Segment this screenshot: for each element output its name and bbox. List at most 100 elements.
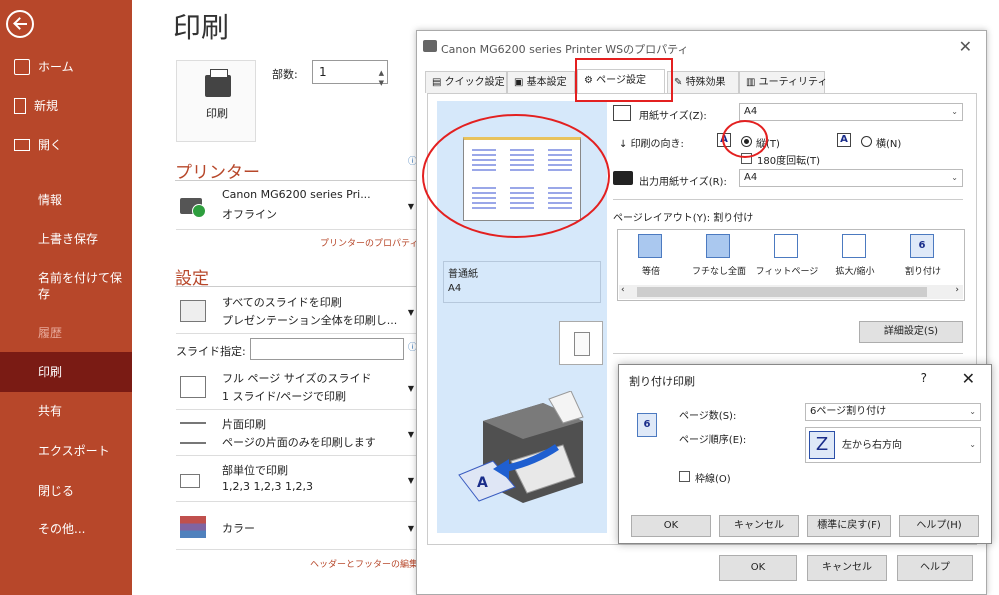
pages-per-sheet-select[interactable]: 6ページ割り付け ⌄ (805, 403, 981, 421)
page-order-select[interactable]: Z 左から右方向 ⌄ (805, 427, 981, 463)
close-icon[interactable]: ✕ (962, 369, 975, 388)
sidebar-item-history[interactable]: 履歴 (0, 316, 132, 350)
copies-label: 部数: (272, 68, 298, 81)
cancel-button[interactable]: キャンセル (807, 555, 887, 581)
nup-defaults-button[interactable]: 標準に戻す(F) (807, 515, 891, 537)
chevron-down-icon: ▼ (407, 308, 414, 317)
sidebar-item-save[interactable]: 上書き保存 (0, 222, 132, 256)
sidebar-item-export[interactable]: エクスポート (0, 434, 132, 468)
help-button[interactable]: ヘルプ (897, 555, 973, 581)
layout-fit-page[interactable]: フィットページ (754, 234, 820, 278)
tab-utility[interactable]: ▥ ユーティリティ (739, 71, 827, 93)
z-order-icon: Z (809, 431, 835, 459)
svg-text:A: A (477, 475, 488, 491)
header-footer-link[interactable]: ヘッダーとフッターの編集 (310, 557, 418, 570)
copies-input[interactable]: 1 ▲ ▼ (312, 60, 388, 87)
sidebar-item-print[interactable]: 印刷 (0, 352, 132, 392)
utility-icon: ▥ (746, 77, 759, 88)
slides-icon (180, 300, 206, 322)
chevron-down-icon: ▼ (407, 202, 414, 211)
sidebar-item-info[interactable]: 情報 (0, 183, 132, 217)
chevron-down-icon: ⌄ (969, 440, 976, 449)
help-icon[interactable]: ? (921, 371, 927, 385)
tab-main[interactable]: ▣ 基本設定 (507, 71, 575, 93)
printer-selector[interactable]: Canon MG6200 series Pri... オフライン ▼ (176, 184, 416, 230)
scroll-right-icon[interactable]: › (955, 285, 959, 295)
tab-highlight-rect (575, 58, 673, 102)
preview-highlight-ellipse (422, 114, 610, 238)
chevron-down-icon: ⌄ (951, 173, 958, 182)
chevron-down-icon: ▼ (407, 476, 414, 485)
sidebar-item-open[interactable]: 開く (0, 128, 132, 162)
landscape-radio[interactable] (861, 136, 872, 147)
tab-quick-setup[interactable]: ▤ クイック設定 (425, 71, 507, 93)
backstage-sidebar: ホーム 新規 開く 情報 上書き保存 名前を付けて保 存 履歴 印刷 共有 エク… (0, 0, 132, 595)
normal-size-icon (638, 234, 662, 258)
printer-offline-icon (180, 198, 206, 218)
six-pages-icon: 6 (910, 234, 934, 258)
sidebar-item-home[interactable]: ホーム (0, 50, 132, 84)
slide-spec-label: スライド指定: (176, 345, 246, 358)
sidebar-item-more[interactable]: その他... (0, 512, 132, 546)
sidebar-item-share[interactable]: 共有 (0, 394, 132, 428)
back-arrow-icon[interactable] (6, 10, 34, 38)
scaled-icon (842, 234, 866, 258)
page-layout-list: 等倍 フチなし全面 フィットページ 拡大/縮小 6 割り付け ‹ › (617, 229, 965, 301)
color-selector[interactable]: カラー ▼ (176, 506, 416, 550)
sidebar-item-close[interactable]: 閉じる (0, 474, 132, 508)
chevron-down-icon: ⌄ (969, 407, 976, 416)
scroll-left-icon[interactable]: ‹ (621, 285, 625, 295)
collate-selector[interactable]: 部単位で印刷 1,2,3 1,2,3 1,2,3 ▼ (176, 458, 416, 502)
home-icon (14, 59, 30, 75)
page-layout-dialog: 割り付け印刷 ? ✕ 6 ページ数(S): 6ページ割り付け ⌄ ページ順序(E… (618, 364, 992, 544)
chevron-down-icon: ▼ (407, 524, 414, 533)
tab-effects[interactable]: ✎ 特殊効果 (667, 71, 739, 93)
chevron-down-icon: ▼ (407, 430, 414, 439)
orientation-label: ↓ 印刷の向き: (619, 139, 684, 150)
orientation-preview (559, 321, 603, 365)
quick-setup-icon: ▤ (432, 77, 445, 88)
ok-button[interactable]: OK (719, 555, 797, 581)
nup-help-button[interactable]: ヘルプ(H) (899, 515, 979, 537)
layout-scrollbar[interactable]: ‹ › (619, 285, 963, 299)
scrollbar-thumb[interactable] (637, 287, 927, 297)
sidebar-item-save-as[interactable]: 名前を付けて保 存 (0, 262, 132, 310)
border-checkbox[interactable] (679, 471, 690, 482)
spin-down-icon[interactable]: ▼ (379, 72, 384, 94)
fit-page-icon (774, 234, 798, 258)
slide-layout-selector[interactable]: フル ページ サイズのスライド 1 スライド/ページで印刷 ▼ (176, 366, 416, 410)
printer-icon (205, 69, 231, 97)
landscape-icon: A (837, 133, 851, 147)
detail-settings-button[interactable]: 詳細設定(S) (859, 321, 963, 343)
printer-illustration: A (458, 391, 584, 503)
open-folder-icon (14, 139, 30, 151)
one-sided-icon (180, 422, 206, 444)
slides-range-selector[interactable]: すべてのスライドを印刷 プレゼンテーション全体を印刷し... ▼ (176, 290, 416, 334)
paper-size-select[interactable]: A4 ⌄ (739, 103, 963, 121)
printer-icon (423, 40, 437, 52)
layout-borderless[interactable]: フチなし全面 (686, 234, 752, 278)
chevron-down-icon: ⌄ (951, 107, 958, 116)
color-icon (180, 516, 206, 538)
borderless-icon (706, 234, 730, 258)
sidebar-item-new[interactable]: 新規 (0, 89, 132, 123)
print-button[interactable]: 印刷 (176, 60, 256, 142)
slide-spec-input[interactable] (250, 338, 404, 360)
arrow-down-icon: ↓ (619, 139, 631, 150)
print-sides-selector[interactable]: 片面印刷 ページの片面のみを印刷します ▼ (176, 412, 416, 456)
paper-size-icon (613, 105, 631, 121)
output-size-select[interactable]: A4 ⌄ (739, 169, 963, 187)
layout-normal[interactable]: 等倍 (618, 234, 684, 278)
nup-ok-button[interactable]: OK (631, 515, 711, 537)
layout-page-layout[interactable]: 6 割り付け (890, 234, 956, 278)
nup-cancel-button[interactable]: キャンセル (719, 515, 799, 537)
paper-info: 普通紙 A4 (443, 261, 601, 303)
page-layout-label: ページレイアウト(Y): 割り付け (613, 213, 754, 224)
printer-properties-link[interactable]: プリンターのプロパティ (320, 236, 418, 249)
layout-scaled[interactable]: 拡大/縮小 (822, 234, 888, 278)
close-icon[interactable]: ✕ (959, 37, 972, 56)
chevron-down-icon: ▼ (407, 384, 414, 393)
new-document-icon (14, 98, 26, 114)
output-printer-icon (613, 171, 633, 185)
six-pages-icon: 6 (637, 413, 657, 437)
